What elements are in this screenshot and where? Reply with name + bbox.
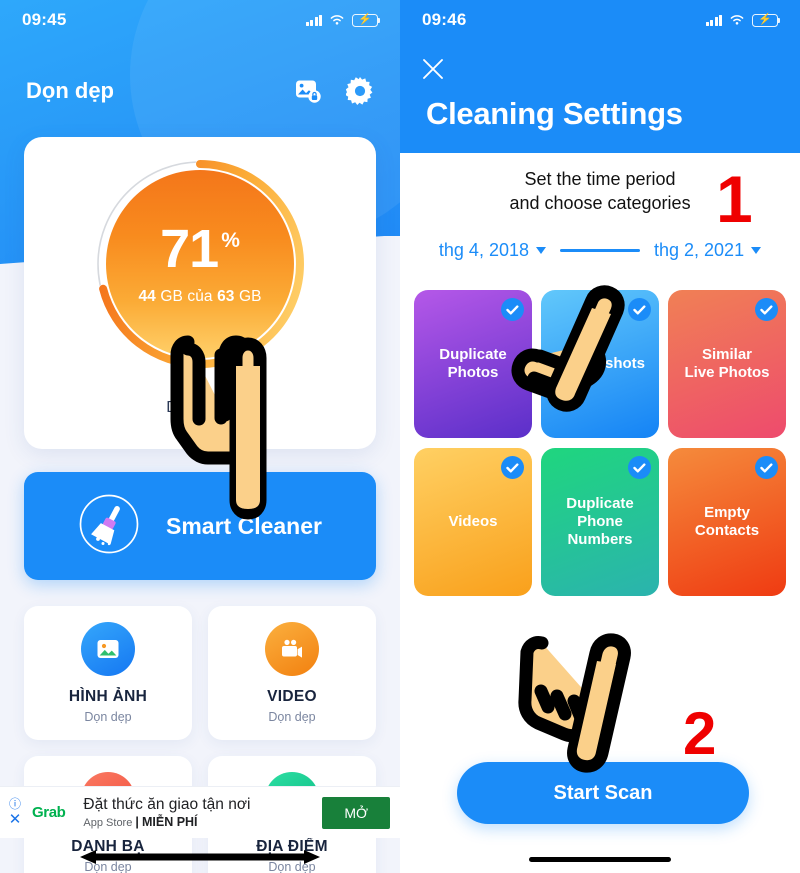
end-date-label: thg 2, 2021 — [654, 240, 745, 260]
start-date-label: thg 4, 2018 — [438, 240, 529, 260]
category-empty-contacts[interactable]: Empty Contacts — [668, 448, 786, 596]
end-date-dropdown[interactable]: thg 2, 2021 — [654, 240, 762, 261]
ad-price: MIỄN PHÍ — [141, 815, 198, 830]
category-duplicate-photos[interactable]: Duplicate Photos — [414, 290, 532, 438]
ad-controls: ⓘ ✕ — [6, 798, 24, 827]
chevron-down-icon — [751, 247, 762, 254]
category-similar-live-photos[interactable]: Similar Live Photos — [668, 290, 786, 438]
battery-charging-icon: ⚡ — [352, 13, 381, 27]
category-label: Screenshots — [554, 354, 646, 372]
step-badge-2: 2 — [683, 700, 717, 767]
tile-hinh-anh[interactable]: HÌNH ẢNH Dọn dẹp — [24, 606, 192, 740]
info-icon[interactable]: ⓘ — [9, 798, 21, 810]
page-title: Dọn dẹp — [26, 78, 114, 103]
ad-text: Đặt thức ăn giao tận nơi App Store | MIỄ… — [83, 796, 314, 830]
smart-cleaner-button[interactable]: Smart Cleaner — [24, 472, 376, 580]
category-label: Duplicate Photos — [439, 345, 507, 381]
right-phone-screen: 09:46 ⚡ Cleaning Settings Set the time p… — [400, 0, 800, 873]
category-label: Duplicate Phone Numbers — [566, 494, 634, 549]
start-scan-label: Start Scan — [553, 781, 653, 804]
ad-headline: Đặt thức ăn giao tận nơi — [83, 795, 251, 813]
right-status-bar: 09:46 ⚡ — [400, 0, 800, 40]
storage-percent: 71 % — [160, 222, 240, 276]
check-icon[interactable] — [501, 298, 524, 321]
check-icon[interactable] — [501, 456, 524, 479]
category-grid: Duplicate Photos Screenshots Similar Liv… — [414, 290, 786, 596]
status-indicators: ⚡ — [705, 13, 781, 27]
category-label: Videos — [448, 512, 498, 530]
check-icon[interactable] — [628, 456, 651, 479]
dual-screenshot-container: 09:45 ⚡ Dọn dẹp 71 % 44 GB của 63 GB Dun… — [0, 0, 800, 873]
percent-value: 71 — [160, 219, 219, 279]
category-screenshots[interactable]: Screenshots — [541, 290, 659, 438]
storage-detail: 44 GB của 63 GB — [138, 288, 261, 306]
ad-subline: App Store | MIỄN PHÍ — [83, 815, 314, 829]
broom-cleaner-icon — [78, 493, 140, 560]
close-icon[interactable] — [420, 56, 450, 86]
storage-gauge-card[interactable]: 71 % 44 GB của 63 GB Dung lượ — [24, 137, 376, 449]
check-icon[interactable] — [628, 298, 651, 321]
date-range-connector — [560, 249, 640, 252]
chevron-down-icon — [536, 247, 546, 254]
close-icon[interactable]: ✕ — [9, 812, 22, 827]
total-value: 63 — [217, 288, 235, 305]
ad-store: App Store — [83, 817, 133, 830]
photo-lock-icon[interactable] — [295, 79, 322, 104]
gauge-caption: Dung lượ — [166, 399, 234, 416]
feature-tile-row-1: HÌNH ẢNH Dọn dẹp VIDEO Dọn dẹp — [24, 606, 376, 740]
gauge-inner-disc: 71 % 44 GB của 63 GB — [106, 170, 294, 358]
check-icon[interactable] — [755, 456, 778, 479]
status-time: 09:45 — [22, 10, 67, 29]
ad-brand-logo: Grab — [32, 804, 66, 821]
signal-bars-icon — [705, 14, 722, 26]
ad-banner[interactable]: ⓘ ✕ Grab Đặt thức ăn giao tận nơi App St… — [0, 786, 400, 838]
tile-video[interactable]: VIDEO Dọn dẹp — [208, 606, 376, 740]
header-actions — [295, 77, 374, 105]
left-status-bar: 09:45 ⚡ — [0, 0, 400, 40]
smart-cleaner-label: Smart Cleaner — [166, 512, 322, 539]
date-range-selector: thg 4, 2018 thg 2, 2021 — [400, 240, 800, 261]
battery-charging-icon: ⚡ — [752, 13, 781, 27]
total-unit: GB — [238, 288, 262, 305]
page-title: Cleaning Settings — [426, 96, 683, 131]
used-unit: GB — [160, 288, 183, 305]
check-icon[interactable] — [755, 298, 778, 321]
left-app-bar: Dọn dẹp — [0, 68, 400, 114]
horizontal-arrow-icon — [80, 850, 320, 864]
step-badge-1: 1 — [716, 162, 753, 236]
wifi-icon — [729, 14, 745, 26]
video-camera-icon — [265, 622, 319, 676]
home-indicator — [529, 857, 671, 862]
category-label: Similar Live Photos — [684, 345, 770, 381]
ad-separator: | — [135, 815, 139, 830]
tile-subtitle: Dọn dẹp — [268, 710, 316, 724]
of-word: của — [187, 288, 213, 305]
start-scan-button[interactable]: Start Scan — [457, 762, 749, 824]
used-value: 44 — [138, 288, 156, 305]
status-indicators: ⚡ — [305, 13, 381, 27]
photo-icon — [81, 622, 135, 676]
tile-subtitle: Dọn dẹp — [84, 710, 132, 724]
tile-title: VIDEO — [267, 688, 317, 705]
category-videos[interactable]: Videos — [414, 448, 532, 596]
status-time: 09:46 — [422, 10, 467, 29]
start-date-dropdown[interactable]: thg 4, 2018 — [439, 240, 546, 261]
tile-title: HÌNH ẢNH — [68, 688, 148, 705]
signal-bars-icon — [305, 14, 322, 26]
gear-icon[interactable] — [346, 77, 374, 105]
category-duplicate-phone-numbers[interactable]: Duplicate Phone Numbers — [541, 448, 659, 596]
left-phone-screen: 09:45 ⚡ Dọn dẹp 71 % 44 GB của 63 GB Dun… — [0, 0, 400, 873]
wifi-icon — [329, 14, 345, 26]
category-label: Empty Contacts — [694, 503, 760, 539]
storage-gauge: 71 % 44 GB của 63 GB — [91, 155, 309, 373]
percent-symbol: % — [221, 229, 240, 252]
ad-cta-button[interactable]: MỞ — [322, 796, 390, 829]
